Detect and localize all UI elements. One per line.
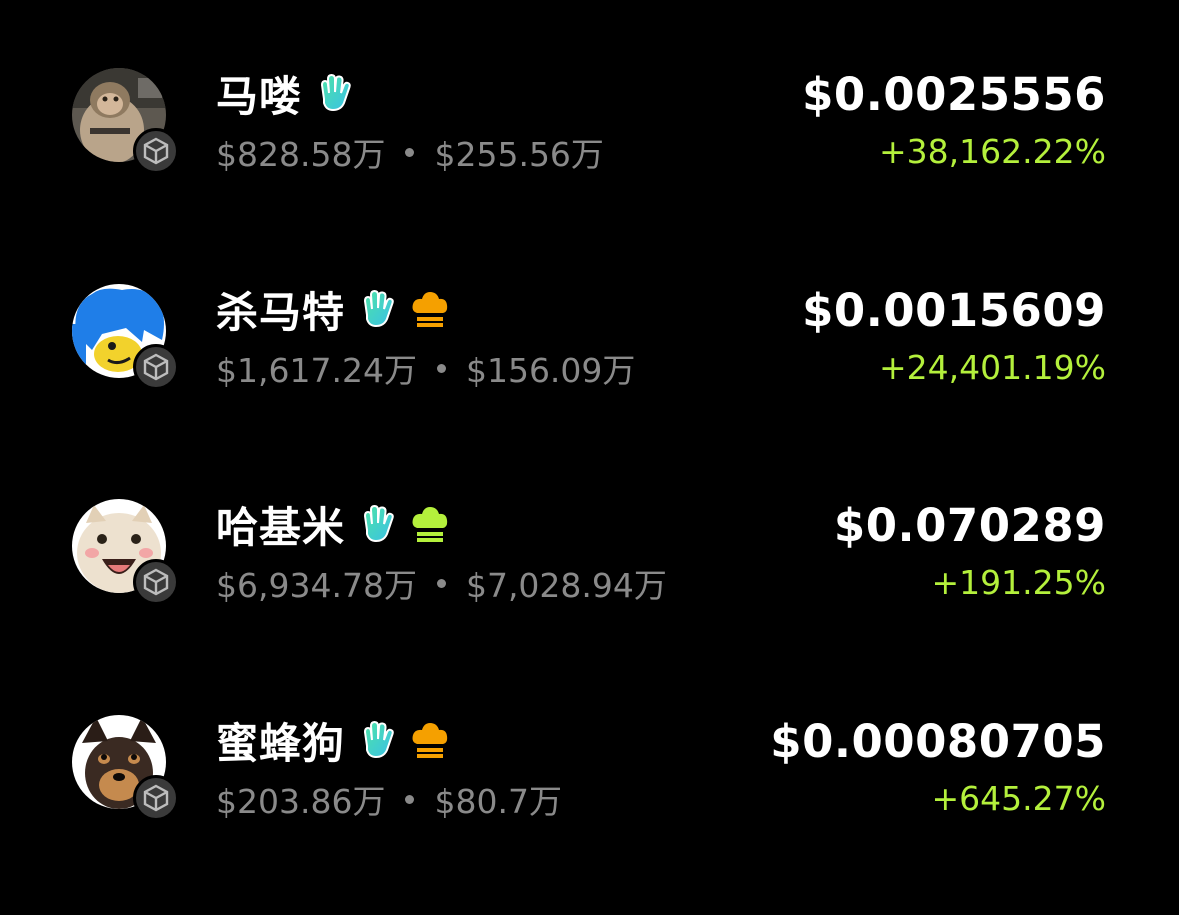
token-name-line: 蜜蜂狗 (216, 715, 449, 768)
token-stats: $1,617.24万 $156.09万 (216, 344, 635, 392)
market-cap-value: $203.86万 (216, 782, 386, 821)
separator-dot (405, 147, 415, 157)
chain-cube-icon (143, 568, 169, 596)
chef-hat-icon (411, 504, 449, 544)
chef-hat-icon (411, 720, 449, 760)
chain-cube-icon (143, 784, 169, 812)
market-cap-value: $6,934.78万 (216, 566, 417, 605)
token-price: $0.0015609 (802, 284, 1106, 337)
token-name-line: 马喽 (216, 68, 354, 121)
hand-icon (359, 289, 397, 329)
token-stats: $203.86万 $80.7万 (216, 775, 562, 823)
market-cap-value: $1,617.24万 (216, 351, 417, 390)
token-name: 马喽 (216, 71, 303, 121)
token-row-hajimi[interactable]: 哈基米 $6,934.78万 $7,028.94万 $0.070289 +191… (0, 499, 1179, 699)
hand-icon (316, 73, 354, 113)
token-price: $0.00080705 (770, 715, 1106, 768)
price-change: +191.25% (931, 563, 1106, 602)
hand-icon (359, 720, 397, 760)
token-name: 哈基米 (216, 502, 346, 552)
chef-hat-icon (411, 289, 449, 329)
bnb-chain-badge (133, 559, 179, 605)
volume-value: $80.7万 (434, 782, 562, 821)
price-change: +24,401.19% (879, 348, 1106, 387)
separator-dot (436, 578, 446, 588)
chain-cube-icon (143, 353, 169, 381)
token-name-line: 杀马特 (216, 284, 449, 337)
token-name-line: 哈基米 (216, 499, 449, 552)
hand-icon (359, 504, 397, 544)
volume-value: $255.56万 (434, 135, 604, 174)
token-price: $0.070289 (833, 499, 1106, 552)
volume-value: $7,028.94万 (465, 566, 667, 605)
token-stats: $6,934.78万 $7,028.94万 (216, 559, 667, 607)
bnb-chain-badge (133, 128, 179, 174)
price-change: +645.27% (931, 779, 1106, 818)
token-row-shamate[interactable]: 杀马特 $1,617.24万 $156.09万 $0.0015609 +24,4… (0, 284, 1179, 484)
token-name: 蜜蜂狗 (216, 718, 346, 768)
separator-dot (405, 794, 415, 804)
token-list: 马喽 $828.58万 $255.56万 $0.0025556 +38,162.… (0, 0, 1179, 876)
token-stats: $828.58万 $255.56万 (216, 128, 604, 176)
token-price: $0.0025556 (802, 68, 1106, 121)
volume-value: $156.09万 (465, 351, 636, 390)
price-change: +38,162.22% (879, 132, 1106, 171)
token-name: 杀马特 (216, 287, 346, 337)
bnb-chain-badge (133, 344, 179, 390)
separator-dot (436, 363, 446, 373)
token-row-mifenggou[interactable]: 蜜蜂狗 $203.86万 $80.7万 $0.00080705 +645.27% (0, 715, 1179, 915)
bnb-chain-badge (133, 775, 179, 821)
chain-cube-icon (143, 137, 169, 165)
token-row-malou[interactable]: 马喽 $828.58万 $255.56万 $0.0025556 +38,162.… (0, 68, 1179, 268)
market-cap-value: $828.58万 (216, 135, 386, 174)
